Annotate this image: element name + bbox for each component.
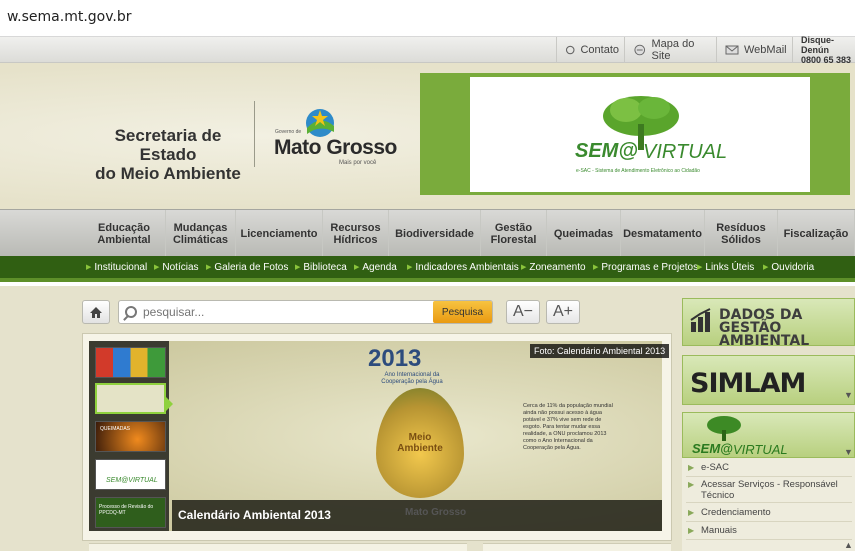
main-nav: Educação Ambiental Mudanças Climáticas Lic… bbox=[0, 209, 855, 257]
thumb-ppcdq-label: Processo de Revisão do PPCDQ-MT bbox=[99, 504, 154, 516]
top-utility-bar: Contato Mapa do Site WebMail Disque-Denú… bbox=[0, 35, 855, 65]
slide-year-subtitle: Ano Internacional da Cooperação pela Águ… bbox=[381, 372, 443, 385]
thumb-queimadas-label: QUEIMADAS bbox=[100, 426, 131, 432]
sidebar-link-manuais[interactable]: Manuais bbox=[686, 525, 852, 540]
sidebar-sem-text: SEM@ bbox=[692, 441, 733, 456]
subnav-indicadores[interactable]: Indicadores Ambientais bbox=[407, 262, 518, 273]
nav-gestao-florestal[interactable]: Gestão Florestal bbox=[481, 210, 547, 257]
subnav-programas[interactable]: Programas e Projetos bbox=[593, 262, 698, 273]
thumb-queimadas[interactable]: QUEIMADAS bbox=[95, 421, 166, 452]
chevron-down-icon: ▼ bbox=[844, 390, 853, 400]
subnav-biblioteca[interactable]: Biblioteca bbox=[295, 262, 346, 273]
nav-biodiversidade[interactable]: Biodiversidade bbox=[389, 210, 481, 257]
sidebar-link-esac[interactable]: e-SAC bbox=[686, 462, 852, 477]
subnav-institucional[interactable]: Institucional bbox=[86, 262, 147, 273]
sub-nav: Institucional Notícias Galeria de Fotos … bbox=[0, 256, 855, 282]
photo-credit: Foto: Calendário Ambiental 2013 bbox=[530, 344, 670, 358]
sidebar-link-credenciamento[interactable]: Credenciamento bbox=[686, 507, 852, 522]
nav-educacao-ambiental[interactable]: Educação Ambiental bbox=[83, 210, 166, 257]
search-button[interactable]: Pesquisa bbox=[433, 301, 492, 323]
thumb-sem-virtual[interactable]: SEM@VIRTUAL bbox=[95, 459, 166, 490]
tree-icon bbox=[707, 416, 741, 441]
home-icon bbox=[90, 306, 102, 318]
slide-caption[interactable]: Calendário Ambiental 2013 bbox=[178, 508, 331, 522]
nav-licenciamento[interactable]: Licenciamento bbox=[236, 210, 323, 257]
dados-title: DADOS DA GESTÃO AMBIENTAL bbox=[719, 307, 810, 349]
subnav-ouvidoria[interactable]: Ouvidoria bbox=[763, 262, 814, 273]
mapa-site-link[interactable]: Mapa do Site bbox=[624, 37, 714, 63]
banner-virtual-text: VIRTUAL bbox=[643, 141, 728, 163]
thumb-recycling[interactable] bbox=[95, 347, 166, 378]
contact-icon bbox=[565, 45, 575, 55]
secretaria-line1: Secretaria de Estado bbox=[114, 126, 222, 164]
font-increase-button[interactable]: A+ bbox=[546, 300, 580, 324]
mato-grosso-logo[interactable]: Mato Grosso bbox=[274, 136, 397, 160]
slide-year: 2013 bbox=[368, 345, 422, 372]
subnav-agenda[interactable]: Agenda bbox=[354, 262, 396, 273]
mail-icon bbox=[725, 45, 739, 55]
mapa-label: Mapa do Site bbox=[651, 38, 695, 62]
subnav-links[interactable]: Links Úteis bbox=[697, 262, 754, 273]
nav-desmatamento[interactable]: Desmatamento bbox=[621, 210, 705, 257]
gov-small-text: Governo de bbox=[275, 129, 302, 135]
mt-tagline: Mais por você bbox=[339, 160, 377, 166]
thumb-sem-label: SEM@VIRTUAL bbox=[106, 477, 158, 484]
secretaria-line2: do Meio Ambiente bbox=[95, 164, 241, 183]
nav-fiscalizacao[interactable]: Fiscalização bbox=[778, 210, 855, 257]
font-decrease-button[interactable]: A− bbox=[506, 300, 540, 324]
slide-footer-logo: Mato Grosso bbox=[405, 507, 467, 518]
chevron-up-icon: ▲ bbox=[844, 540, 853, 550]
subnav-zoneamento[interactable]: Zoneamento bbox=[521, 262, 585, 273]
webmail-link[interactable]: WebMail bbox=[716, 37, 790, 63]
thumb-calendario[interactable] bbox=[95, 383, 166, 414]
secretaria-title[interactable]: Secretaria de Estado do Meio Ambiente bbox=[89, 126, 247, 183]
mt-emblem-icon bbox=[306, 109, 334, 137]
sidebar-link-servicos[interactable]: Acessar Serviços - Responsável Técnico bbox=[686, 479, 852, 503]
slide-paragraph: Cerca de 11% da população mundial ainda … bbox=[523, 403, 613, 451]
chevron-down-icon: ▼ bbox=[844, 447, 853, 457]
banner-subtitle: e-SAC - Sistema de Atendimento Eletrônic… bbox=[576, 168, 700, 174]
search-icon bbox=[125, 306, 137, 318]
disque-denuncia[interactable]: Disque-Denún 0800 65 383 bbox=[792, 35, 855, 65]
nav-residuos-solidos[interactable]: Resíduos Sólidos bbox=[705, 210, 778, 257]
disque-label: Disque-Denún bbox=[801, 35, 835, 55]
sidebar-virtual-text: VIRTUAL bbox=[733, 442, 788, 457]
banner-sem-text: SEM@ bbox=[575, 140, 638, 162]
subnav-galeria[interactable]: Galeria de Fotos bbox=[206, 262, 288, 273]
subnav-noticias[interactable]: Notícias bbox=[154, 262, 198, 273]
nav-mudancas-climaticas[interactable]: Mudanças Climáticas bbox=[166, 210, 236, 257]
bottom-panel-right bbox=[483, 543, 671, 551]
simlam-logo: SIMLAM bbox=[690, 368, 806, 399]
home-button[interactable] bbox=[82, 300, 110, 324]
header-divider bbox=[254, 101, 255, 167]
chart-icon bbox=[690, 308, 711, 332]
search-input[interactable] bbox=[143, 303, 443, 321]
thumb-ppcdq[interactable]: Processo de Revisão do PPCDQ-MT bbox=[95, 497, 166, 528]
address-bar[interactable]: w.sema.mt.gov.br bbox=[0, 0, 855, 34]
drop-label: Meio Ambiente bbox=[397, 432, 443, 454]
contato-label: Contato bbox=[580, 44, 619, 56]
bottom-panel-left bbox=[89, 543, 467, 551]
active-thumb-arrow bbox=[166, 397, 173, 411]
contato-link[interactable]: Contato bbox=[556, 37, 619, 63]
url-text: w.sema.mt.gov.br bbox=[7, 9, 132, 25]
webmail-label: WebMail bbox=[744, 44, 787, 56]
nav-queimadas[interactable]: Queimadas bbox=[547, 210, 621, 257]
sitemap-icon bbox=[634, 44, 646, 56]
nav-recursos-hidricos[interactable]: Recursos Hídricos bbox=[323, 210, 389, 257]
